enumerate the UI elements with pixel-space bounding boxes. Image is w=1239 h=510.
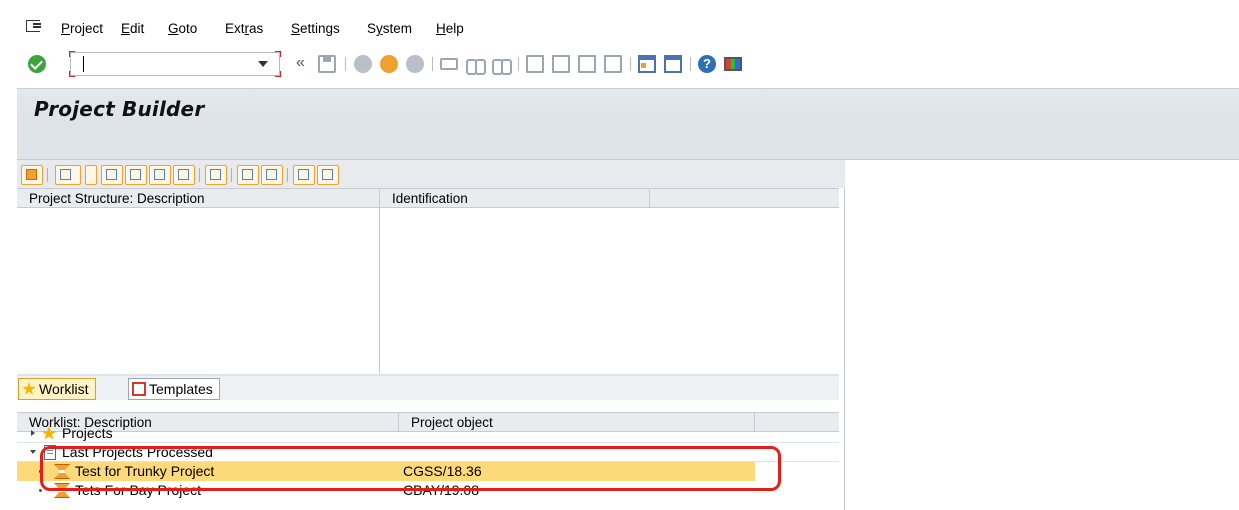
focus-corner xyxy=(275,51,281,57)
project-icon xyxy=(54,464,70,479)
undo-icon[interactable] xyxy=(173,165,195,185)
focus-corner xyxy=(69,51,75,57)
create-session-icon[interactable] xyxy=(638,55,656,73)
structure-toolbar xyxy=(17,160,845,188)
toolbar-separator xyxy=(231,168,232,182)
menu-settings[interactable]: Settings xyxy=(291,21,340,36)
focus-corner xyxy=(69,71,75,77)
empty-cell xyxy=(755,424,839,443)
detail-panel xyxy=(845,160,1239,510)
menu-system[interactable]: System xyxy=(367,21,412,36)
column-header-description[interactable]: Project Structure: Description xyxy=(17,189,380,208)
exit-menu-icon[interactable] xyxy=(26,20,41,32)
collapse-chevron-icon[interactable]: « xyxy=(296,54,305,72)
project-icon xyxy=(54,483,70,498)
star-icon xyxy=(41,426,57,440)
empty-cell xyxy=(755,462,839,481)
layout-monitor-icon[interactable] xyxy=(724,57,742,71)
create-dropdown-icon[interactable] xyxy=(85,165,97,185)
find-icon[interactable] xyxy=(237,165,259,185)
cancel-icon[interactable] xyxy=(406,55,424,73)
tree-node-label: Last Projects Processed xyxy=(62,444,213,460)
collapse-icon[interactable] xyxy=(317,165,339,185)
structure-panel: Project Structure: Description Identific… xyxy=(17,160,845,510)
paste-icon[interactable] xyxy=(149,165,171,185)
application-toolbar xyxy=(17,128,1239,160)
project-object-cell xyxy=(399,424,755,443)
menu-goto[interactable]: Goto xyxy=(168,21,197,36)
project-object-cell: CBAY/19.08 xyxy=(403,482,480,498)
collapse-arrow-icon[interactable] xyxy=(30,450,36,454)
template-icon xyxy=(132,382,146,396)
delete-icon[interactable] xyxy=(205,165,227,185)
tree-node-label: Projects xyxy=(62,425,113,441)
tab-label: Worklist xyxy=(39,381,89,397)
tree-row-selected[interactable]: Test for Trunky Project CGSS/18.36 xyxy=(17,462,839,481)
find-next-icon[interactable] xyxy=(261,165,283,185)
document-icon xyxy=(44,445,56,460)
print-icon[interactable] xyxy=(440,58,458,70)
first-page-icon[interactable] xyxy=(526,55,544,73)
worklist-tree: Projects Last Projects Processed Test fo… xyxy=(17,424,839,510)
next-page-icon[interactable] xyxy=(578,55,596,73)
tree-row[interactable]: Projects xyxy=(17,424,839,443)
toolbar-separator xyxy=(287,168,288,182)
toolbar-separator xyxy=(630,57,631,71)
toolbar-separator xyxy=(518,57,519,71)
last-page-icon[interactable] xyxy=(604,55,622,73)
toolbar-separator xyxy=(199,168,200,182)
tab-templates[interactable]: Templates xyxy=(128,378,220,400)
standard-toolbar: « ? xyxy=(0,46,1239,86)
menu-extras[interactable]: Extras xyxy=(225,21,263,36)
star-icon xyxy=(22,382,36,395)
previous-page-icon[interactable] xyxy=(552,55,570,73)
menu-project[interactable]: Project xyxy=(61,21,103,36)
structure-grid-header: Project Structure: Description Identific… xyxy=(17,188,839,208)
empty-cell xyxy=(755,481,839,500)
find-icon[interactable] xyxy=(466,55,486,75)
back-icon[interactable] xyxy=(354,55,372,73)
command-dropdown-arrow-icon[interactable] xyxy=(258,61,268,67)
help-icon[interactable]: ? xyxy=(698,55,716,73)
project-object-cell xyxy=(399,443,755,462)
expand-icon[interactable] xyxy=(293,165,315,185)
text-cursor xyxy=(83,56,84,72)
expand-arrow-icon[interactable] xyxy=(31,430,35,436)
exit-icon[interactable] xyxy=(380,55,398,73)
empty-cell xyxy=(755,443,839,462)
command-input[interactable] xyxy=(71,53,251,75)
menu-bar: Project Edit Goto Extras Settings System… xyxy=(0,0,1239,46)
save-icon[interactable] xyxy=(318,55,336,73)
enter-check-icon[interactable] xyxy=(28,55,46,73)
cut-icon[interactable] xyxy=(101,165,123,185)
create-icon[interactable] xyxy=(55,165,81,185)
toolbar-separator xyxy=(47,168,48,182)
tree-row[interactable]: Last Projects Processed xyxy=(17,443,839,462)
page-title: Project Builder xyxy=(34,97,205,121)
menu-help[interactable]: Help xyxy=(436,21,464,36)
menu-edit[interactable]: Edit xyxy=(121,21,144,36)
tab-worklist[interactable]: Worklist xyxy=(18,378,96,400)
shortcut-icon[interactable] xyxy=(664,55,682,73)
copy-icon[interactable] xyxy=(125,165,147,185)
worklist-tabs: Worklist Templates xyxy=(17,376,839,400)
tree-line-dot xyxy=(39,470,42,473)
toolbar-separator xyxy=(432,57,433,71)
title-bar: Project Builder xyxy=(17,88,1239,128)
command-field[interactable] xyxy=(69,51,281,77)
tree-row[interactable]: Tets For Bay Project CBAY/19.08 xyxy=(17,481,839,500)
tree-node-label: Test for Trunky Project xyxy=(75,463,215,479)
tab-label: Templates xyxy=(149,381,213,397)
tree-line-dot xyxy=(39,489,42,492)
column-divider xyxy=(379,208,380,374)
structure-tree[interactable] xyxy=(17,208,839,374)
column-header-identification[interactable]: Identification xyxy=(380,189,650,208)
project-object-cell: CGSS/18.36 xyxy=(399,462,755,481)
find-next-icon[interactable] xyxy=(492,55,512,75)
focus-corner xyxy=(275,71,281,77)
tree-node-label: Tets For Bay Project xyxy=(75,482,202,498)
toolbar-separator xyxy=(690,57,691,71)
toolbar-separator xyxy=(345,57,346,71)
open-folder-icon[interactable] xyxy=(21,165,43,185)
